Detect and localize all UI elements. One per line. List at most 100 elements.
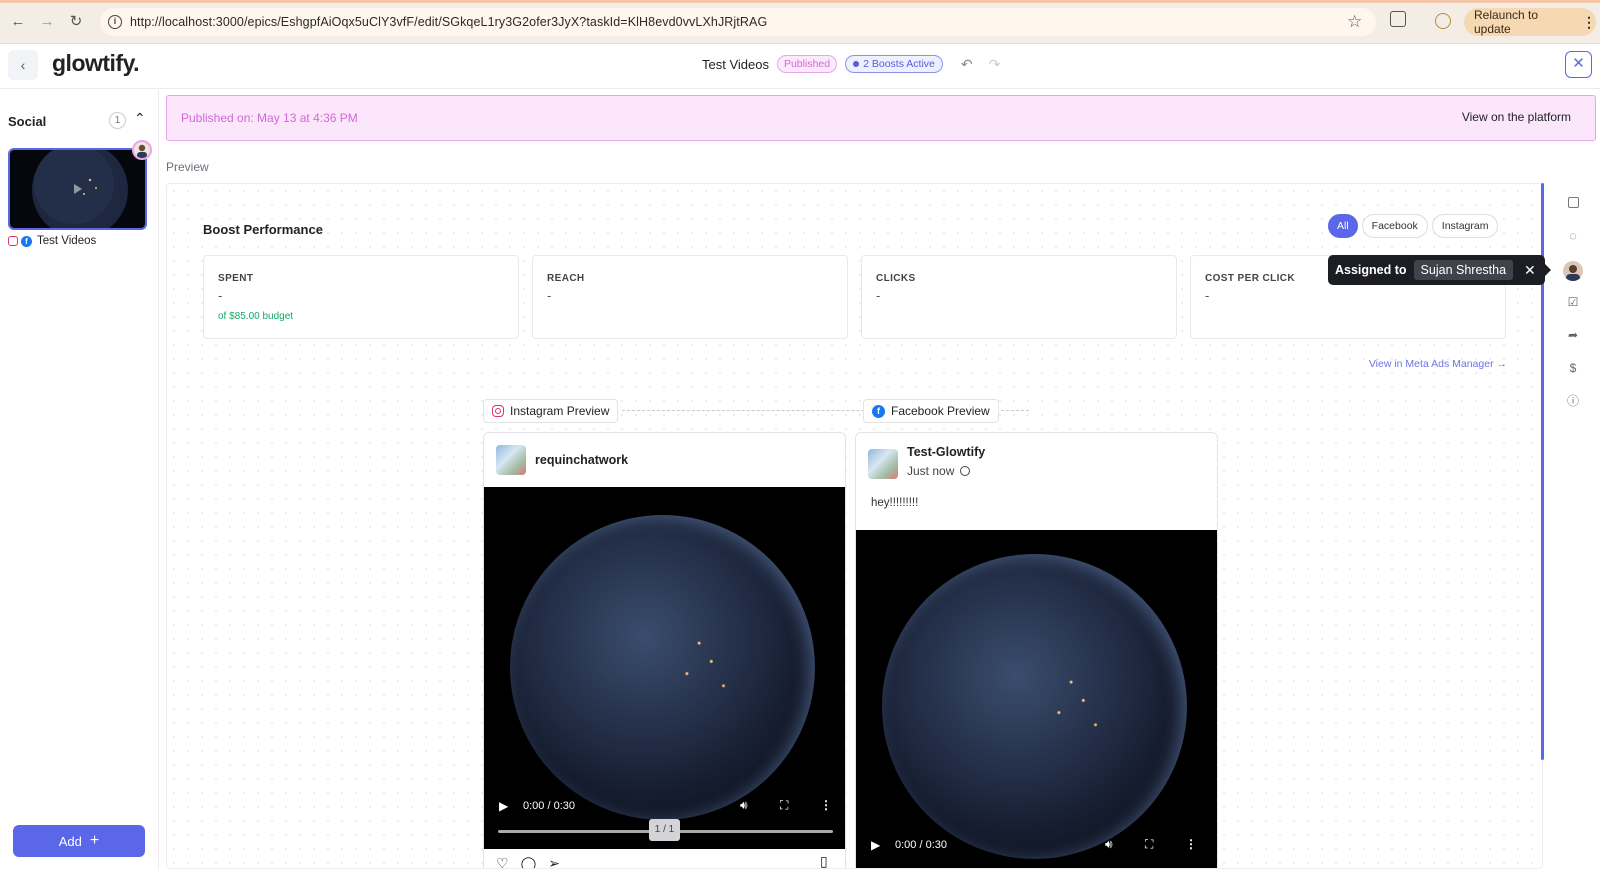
- close-icon[interactable]: ✕: [1524, 262, 1536, 279]
- more-vertical-icon[interactable]: ⋮: [1185, 837, 1197, 851]
- url-text[interactable]: http://localhost:3000/epics/EshgpfAiOqx5…: [130, 15, 767, 29]
- undo-icon[interactable]: ↶: [961, 56, 973, 73]
- add-button-label: Add: [58, 833, 82, 849]
- more-vertical-icon[interactable]: ⋮: [820, 798, 832, 812]
- play-icon[interactable]: ▶: [871, 838, 880, 852]
- meta-ads-manager-link[interactable]: View in Meta Ads Manager →: [1369, 358, 1507, 370]
- volume-icon[interactable]: 🔊︎: [740, 798, 748, 813]
- facebook-caption: hey!!!!!!!!!: [871, 497, 919, 509]
- stat-card-reach: REACH -: [532, 255, 848, 339]
- earth-thumbnail-image: [10, 150, 145, 228]
- stat-card-clicks: CLICKS -: [861, 255, 1177, 339]
- instagram-preview-card: requinchatwork ▶ 0:00 / 0:30 🔊︎ ⛶ ⋮ 1 / …: [483, 432, 846, 868]
- stat-value: -: [547, 288, 552, 303]
- facebook-preview-card: Test-Glowtify Just now hey!!!!!!!!! ▶ 0:…: [855, 432, 1218, 868]
- avatar[interactable]: [132, 140, 152, 160]
- page-title: Test Videos: [702, 56, 769, 72]
- relaunch-label: Relaunch to update: [1474, 8, 1539, 36]
- relaunch-button[interactable]: Relaunch to update ⋮: [1464, 8, 1596, 36]
- stat-label: REACH: [547, 273, 585, 284]
- published-date-text: Published on: May 13 at 4:36 PM: [181, 111, 358, 125]
- sidebar: Social 1 ⌃ f Test Videos Add +: [0, 90, 159, 869]
- budget-subtext: of $85.00 budget: [218, 311, 294, 322]
- play-icon[interactable]: ▶: [499, 799, 508, 813]
- stat-label: SPENT: [218, 273, 254, 284]
- share-arrow-icon[interactable]: ➦: [1566, 328, 1580, 342]
- volume-icon[interactable]: 🔊︎: [1105, 837, 1113, 852]
- facebook-post-time: Just now: [907, 464, 971, 478]
- stat-label: CLICKS: [876, 273, 916, 284]
- preview-panel: Boost Performance All Facebook Instagram…: [166, 183, 1543, 869]
- media-counter: 1 / 1: [649, 819, 680, 841]
- instagram-icon: [492, 405, 504, 417]
- fullscreen-icon[interactable]: ⛶: [1145, 837, 1153, 852]
- comment-icon[interactable]: ◯: [521, 855, 537, 868]
- instagram-username: requinchatwork: [535, 453, 629, 467]
- heart-icon[interactable]: ♡: [496, 855, 509, 868]
- assignee-tooltip: Assigned to Sujan Shrestha ✕: [1328, 255, 1551, 285]
- arrow-right-icon[interactable]: →: [37, 12, 57, 32]
- share-icon[interactable]: ➢: [548, 855, 560, 868]
- close-button[interactable]: ✕: [1565, 51, 1592, 78]
- view-on-platform-link[interactable]: View on the platform: [1462, 110, 1571, 124]
- stat-value: -: [1205, 288, 1210, 303]
- checkbox-icon[interactable]: ☑: [1566, 295, 1580, 309]
- info-icon[interactable]: ⓘ: [1566, 394, 1580, 408]
- preview-label: Preview: [166, 160, 209, 174]
- video-time: 0:00 / 0:30: [895, 839, 947, 851]
- redo-icon[interactable]: ↷: [989, 56, 1001, 73]
- boosts-badge[interactable]: 2 Boosts Active: [845, 55, 943, 73]
- status-dot-icon: [853, 61, 860, 67]
- assignee-avatar[interactable]: [1563, 261, 1583, 281]
- extensions-icon[interactable]: [1390, 11, 1406, 27]
- bookmark-star-icon[interactable]: ☆: [1347, 12, 1362, 32]
- title-group: Test Videos Published 2 Boosts Active ↶ …: [702, 55, 1000, 73]
- assignee-name: Sujan Shrestha: [1413, 260, 1514, 280]
- more-vertical-icon: ⋮: [1582, 13, 1596, 30]
- fullscreen-icon[interactable]: ⛶: [780, 798, 788, 813]
- comment-icon[interactable]: ◌: [1566, 229, 1580, 243]
- sidebar-item-test-videos[interactable]: f Test Videos: [8, 235, 96, 247]
- facebook-video-player[interactable]: ▶ 0:00 / 0:30 🔊︎ ⛶ ⋮: [856, 530, 1217, 868]
- stat-label: COST PER CLICK: [1205, 273, 1296, 284]
- sidebar-count-badge: 1: [109, 112, 126, 129]
- avatar: [496, 445, 526, 475]
- facebook-preview-tag[interactable]: f Facebook Preview: [863, 399, 999, 423]
- instagram-preview-label: Instagram Preview: [510, 404, 610, 418]
- instagram-preview-tag[interactable]: Instagram Preview: [483, 399, 619, 423]
- boosts-badge-label: 2 Boosts Active: [863, 58, 935, 70]
- boost-performance-title: Boost Performance: [203, 222, 323, 237]
- stat-value: -: [218, 288, 223, 303]
- posted-time-text: Just now: [907, 464, 955, 478]
- arrow-left-icon[interactable]: ←: [8, 12, 28, 32]
- filter-facebook-chip[interactable]: Facebook: [1361, 214, 1428, 238]
- facebook-icon: f: [21, 235, 32, 247]
- logo: glowtify.: [52, 50, 140, 76]
- instagram-action-row: ♡ ◯ ➢: [496, 855, 560, 868]
- post-thumbnail[interactable]: [8, 148, 147, 230]
- profile-icon[interactable]: [1435, 13, 1451, 29]
- back-button[interactable]: ‹: [8, 50, 38, 80]
- chevron-up-icon[interactable]: ⌃: [134, 110, 146, 127]
- calendar-icon[interactable]: [1566, 196, 1580, 210]
- dollar-icon[interactable]: $: [1566, 361, 1580, 375]
- earth-video-frame: [510, 515, 815, 820]
- filter-all-chip[interactable]: All: [1328, 214, 1358, 238]
- stat-card-spent: SPENT - of $85.00 budget: [203, 255, 519, 339]
- app-header: ‹ glowtify. Test Videos Published 2 Boos…: [0, 45, 1600, 89]
- instagram-video-player[interactable]: ▶ 0:00 / 0:30 🔊︎ ⛶ ⋮ 1 / 1: [484, 487, 845, 849]
- avatar: [868, 449, 898, 479]
- video-time: 0:00 / 0:30: [523, 800, 575, 812]
- add-button[interactable]: Add +: [13, 825, 145, 857]
- facebook-page-name: Test-Glowtify: [907, 445, 986, 459]
- filter-instagram-chip[interactable]: Instagram: [1431, 214, 1499, 238]
- reload-icon[interactable]: ↻: [66, 12, 86, 32]
- bookmark-icon[interactable]: ▯: [820, 853, 828, 868]
- address-bar[interactable]: i http://localhost:3000/epics/EshgpfAiOq…: [100, 8, 1376, 36]
- facebook-icon: f: [872, 404, 885, 418]
- sidebar-section-title: Social: [8, 114, 47, 129]
- stat-value: -: [876, 288, 881, 303]
- facebook-preview-label: Facebook Preview: [891, 404, 990, 418]
- site-info-icon[interactable]: i: [108, 15, 122, 29]
- plus-icon: +: [89, 832, 100, 849]
